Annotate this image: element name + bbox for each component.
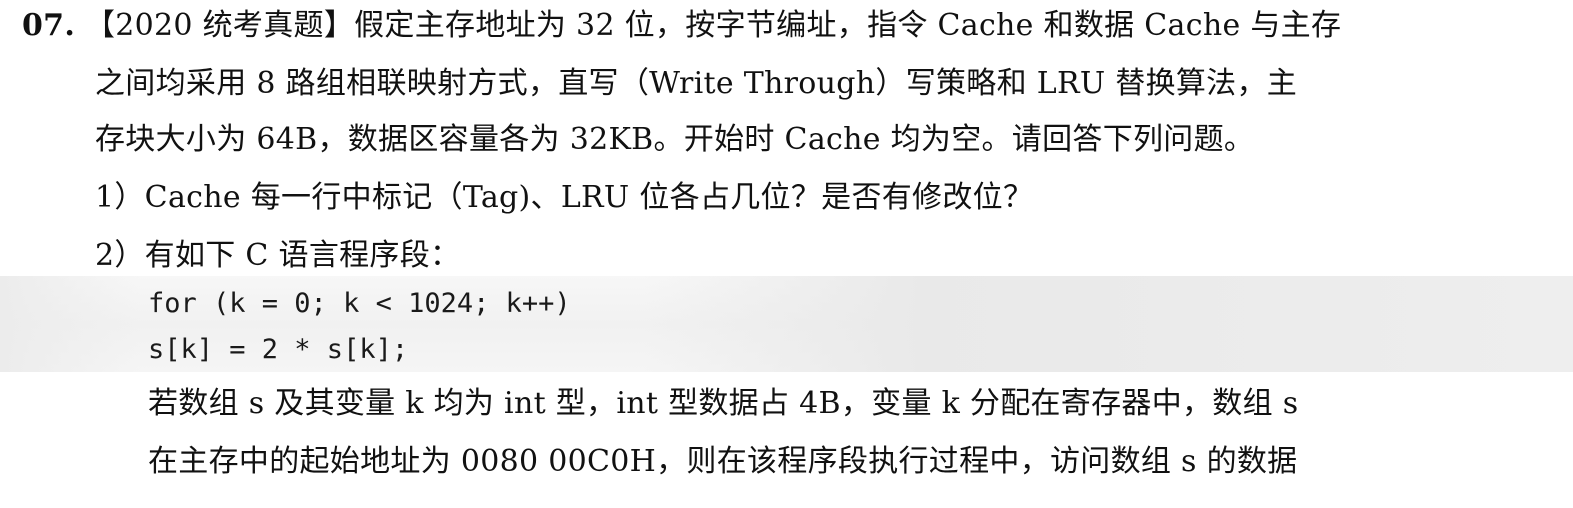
code-line-1: for (k = 0; k < 1024; k++) [148, 288, 571, 319]
question-line-2: 之间均采用 8 路组相联映射方式，直写（Write Through）写策略和 L… [95, 66, 1298, 101]
question-line-3: 存块大小为 64B，数据区容量各为 32KB。开始时 Cache 均为空。请回答… [95, 122, 1255, 157]
question-number: 07. [22, 8, 76, 43]
after-code-line-1: 若数组 s 及其变量 k 均为 int 型，int 型数据占 4B，变量 k 分… [148, 386, 1299, 421]
code-line-2: s[k] = 2 * s[k]; [148, 334, 409, 365]
after-code-line-2: 在主存中的起始地址为 0080 00C0H，则在该程序段执行过程中，访问数组 s… [148, 444, 1298, 479]
question-line-1: 07. 【2020 统考真题】假定主存地址为 32 位，按字节编址，指令 Cac… [22, 6, 1341, 46]
question-text-line-1: 【2020 统考真题】假定主存地址为 32 位，按字节编址，指令 Cache 和… [84, 8, 1342, 43]
subquestion-1: 1）Cache 每一行中标记（Tag)、LRU 位各占几位？是否有修改位？ [95, 180, 1034, 215]
document-page: 07. 【2020 统考真题】假定主存地址为 32 位，按字节编址，指令 Cac… [0, 0, 1573, 508]
subquestion-2: 2）有如下 C 语言程序段： [95, 238, 461, 273]
